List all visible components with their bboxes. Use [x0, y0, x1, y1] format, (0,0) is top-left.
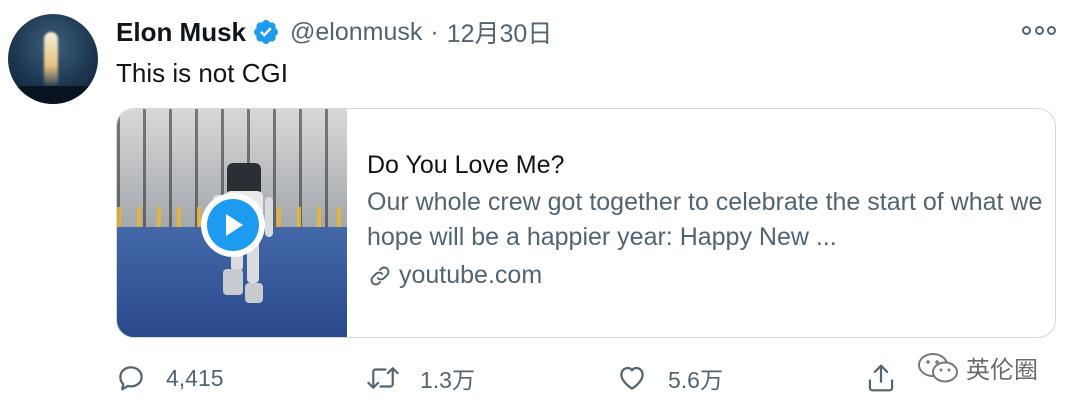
tweet-header: Elon Musk @elonmusk · 12月30日 — [116, 14, 553, 50]
like-button[interactable]: 5.6万 — [616, 358, 723, 398]
link-icon — [370, 266, 390, 285]
play-button[interactable] — [201, 193, 265, 257]
tweet-date[interactable]: 12月30日 — [447, 14, 553, 50]
retweet-count: 1.3万 — [420, 367, 475, 393]
action-bar: 4,415 1.3万 5.6万 — [116, 358, 1056, 398]
tweet-text: This is not CGI — [116, 58, 288, 88]
like-count: 5.6万 — [668, 367, 723, 393]
share-button[interactable] — [866, 358, 916, 398]
card-link[interactable]: youtube.com — [367, 261, 1055, 290]
share-icon — [868, 364, 894, 392]
reply-button[interactable]: 4,415 — [116, 358, 224, 398]
video-thumbnail[interactable] — [117, 109, 347, 337]
watermark-text: 英伦圈 — [966, 357, 1038, 384]
rocket-launch-image — [44, 32, 58, 88]
card-body: Do You Love Me? Our whole crew got toget… — [347, 109, 1055, 337]
wechat-icon — [918, 352, 958, 382]
author-name[interactable]: Elon Musk — [116, 17, 246, 48]
retweet-button[interactable]: 1.3万 — [366, 358, 475, 398]
card-title: Do You Love Me? — [367, 151, 565, 179]
link-preview-card[interactable]: Do You Love Me? Our whole crew got toget… — [116, 108, 1056, 338]
watermark: 英伦圈 — [916, 350, 1038, 385]
separator-dot: · — [430, 17, 439, 46]
retweet-icon — [367, 367, 399, 389]
more-options-icon[interactable] — [1022, 22, 1056, 38]
avatar[interactable] — [8, 14, 98, 104]
reply-icon — [119, 366, 143, 391]
reply-count: 4,415 — [166, 364, 224, 391]
author-handle[interactable]: @elonmusk — [290, 18, 422, 47]
verified-badge-icon — [254, 20, 278, 44]
play-icon — [226, 214, 243, 236]
card-link-text: youtube.com — [399, 261, 543, 289]
heart-icon — [620, 366, 644, 390]
card-description: Our whole crew got together to celebrate… — [367, 188, 1043, 251]
